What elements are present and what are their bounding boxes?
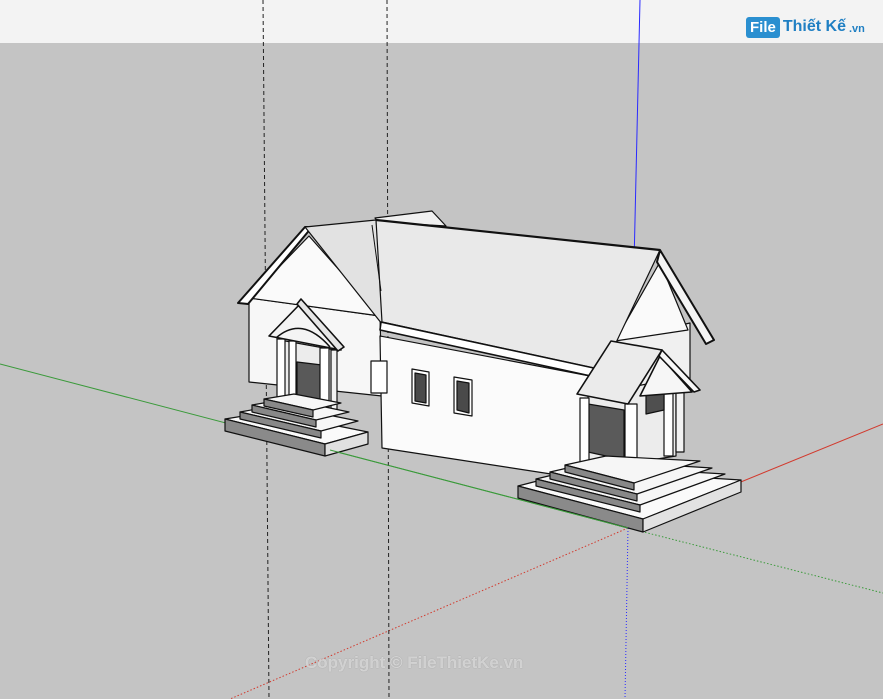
logo-suffix: .vn [848,23,865,35]
window-frame-1 [370,360,388,394]
copyright-watermark: Copyright © FileThietKe.vn [305,653,524,672]
right-porch-column-1 [579,397,590,465]
filethietke-logo[interactable]: File Thiết Kế .vn [746,14,865,40]
logo-name: Thiết Kế [782,18,846,35]
blue-axis-dotted [624,527,629,699]
window-1-glass [414,372,427,404]
green-axis-dotted [627,527,883,594]
right-porch-column-4 [675,385,685,453]
house-model[interactable] [224,210,742,533]
right-porch-column-3 [663,387,674,457]
logo-badge: File [746,16,780,38]
right-porch-opening [587,403,625,461]
window-2-glass [456,380,470,414]
model-viewport[interactable] [0,0,883,699]
red-axis-dotted [229,527,629,699]
